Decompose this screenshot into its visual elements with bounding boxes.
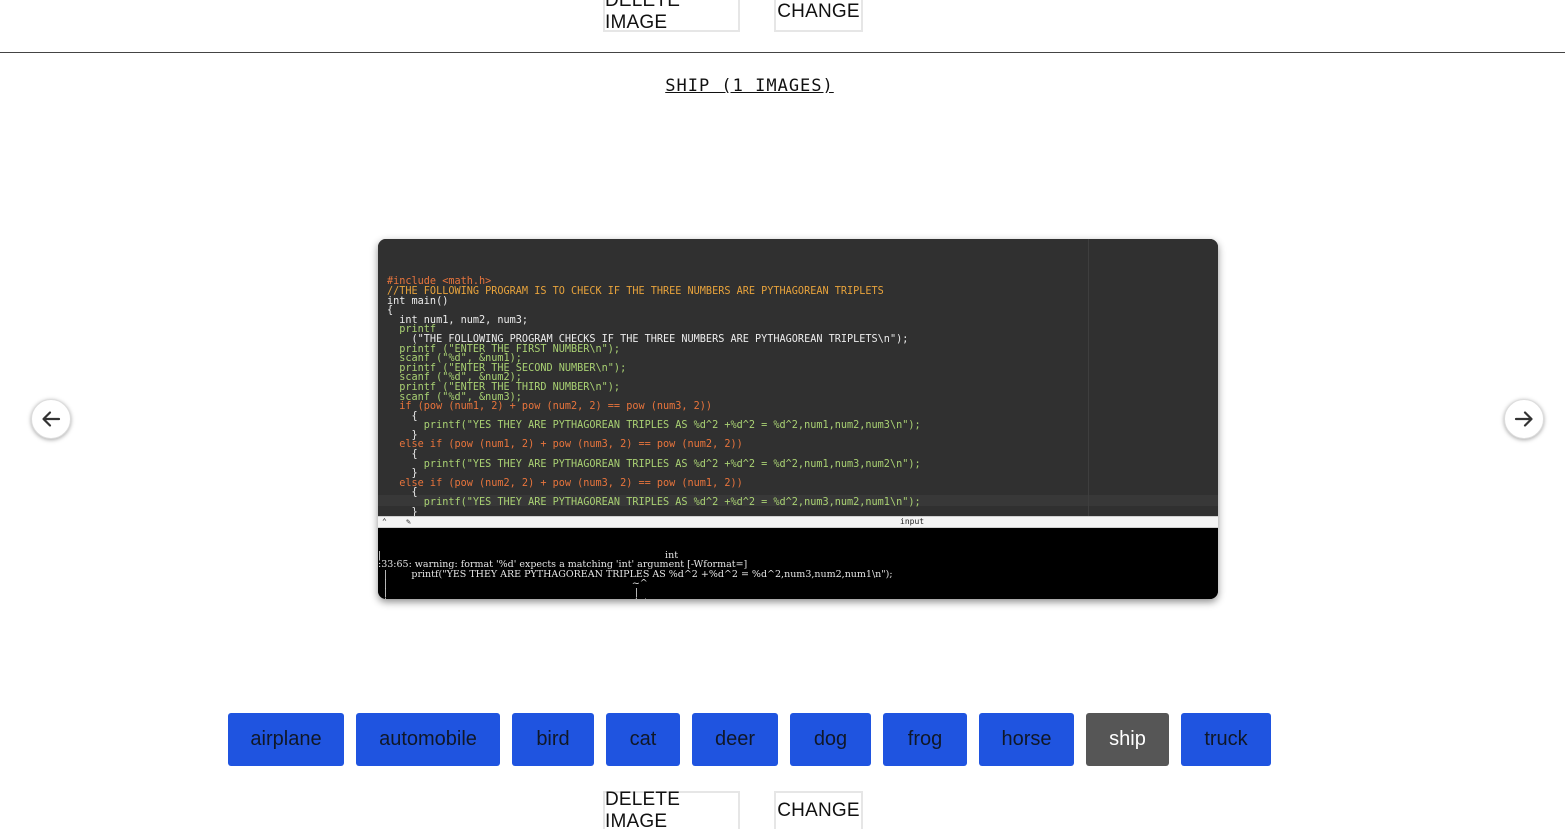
category-button-frog[interactable]: frog xyxy=(883,713,967,766)
divider xyxy=(0,52,1565,53)
terminal-line: | int xyxy=(378,597,1218,599)
category-button-cat[interactable]: cat xyxy=(606,713,680,766)
code-line: //THE FOLLOWING PROGRAM IS TO CHECK IF T… xyxy=(387,285,884,297)
delete-image-button[interactable]: DELETE IMAGE xyxy=(603,0,740,33)
status-label: input xyxy=(900,517,925,526)
category-button-airplane[interactable]: airplane xyxy=(228,713,344,766)
category-button-automobile[interactable]: automobile xyxy=(356,713,500,766)
code-line: printf("YES THEY ARE PYTHAGOREAN TRIPLES… xyxy=(387,420,921,432)
category-button-horse[interactable]: horse xyxy=(979,713,1074,766)
code-line: printf("YES THEY ARE PYTHAGOREAN TRIPLES… xyxy=(387,458,921,470)
next-image-button[interactable] xyxy=(1504,399,1544,439)
code-line: else if (pow (num1, 2) + pow (num3, 2) =… xyxy=(387,439,743,451)
code-line: printf("YES THEY ARE PYTHAGOREAN TRIPLES… xyxy=(387,497,921,509)
previous-image-button[interactable] xyxy=(31,399,71,439)
category-button-ship[interactable]: ship xyxy=(1086,713,1169,766)
pin-icon: ⌃ ✎ xyxy=(382,517,411,526)
category-button-deer[interactable]: deer xyxy=(692,713,778,766)
change-button-bottom[interactable]: CHANGE xyxy=(774,791,863,829)
delete-image-button-bottom[interactable]: DELETE IMAGE xyxy=(603,789,740,829)
change-button[interactable]: CHANGE xyxy=(774,0,863,32)
category-title[interactable]: SHIP (1 IMAGES) xyxy=(0,76,1499,96)
category-button-dog[interactable]: dog xyxy=(790,713,871,766)
category-button-truck[interactable]: truck xyxy=(1181,713,1271,766)
code-line: else if (pow (num2, 2) + pow (num3, 2) =… xyxy=(387,477,743,489)
code-line: int num1, num2, num3; xyxy=(387,314,529,326)
status-bar: ⌃ ✎ input xyxy=(378,516,1218,528)
code-line: int main() xyxy=(387,295,449,307)
category-button-bird[interactable]: bird xyxy=(512,713,594,766)
arrow-left-icon xyxy=(42,411,61,427)
code-editor-screenshot: #include <math.h>//THE FOLLOWING PROGRAM… xyxy=(378,239,1218,516)
arrow-right-icon xyxy=(1514,411,1533,427)
code-line: } xyxy=(387,506,418,516)
terminal-output: | int:33:65: warning: format '%d' expect… xyxy=(378,528,1218,599)
code-line: if (pow (num1, 2) + pow (num2, 2) == pow… xyxy=(387,401,713,413)
image-viewer: #include <math.h>//THE FOLLOWING PROGRAM… xyxy=(378,239,1218,599)
